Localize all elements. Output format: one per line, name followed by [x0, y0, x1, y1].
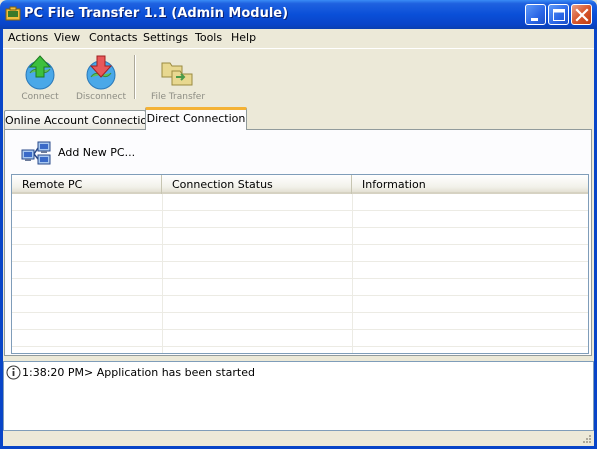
maximize-icon: [553, 9, 565, 21]
file-transfer-button[interactable]: File Transfer: [145, 49, 211, 105]
connect-label: Connect: [21, 92, 59, 102]
column-connection-status[interactable]: Connection Status: [162, 175, 352, 194]
maximize-button[interactable]: [548, 4, 569, 25]
resize-grip-icon[interactable]: [580, 433, 592, 445]
list-row: [12, 279, 588, 296]
list-row: [12, 330, 588, 347]
info-icon: [6, 365, 21, 380]
disconnect-icon: [86, 55, 116, 90]
status-bar: [3, 432, 594, 446]
title-bar[interactable]: PC File Transfer 1.1 (Admin Module): [0, 0, 597, 29]
list-row: [12, 228, 588, 245]
minimize-button[interactable]: [525, 4, 546, 25]
remote-pc-list[interactable]: Remote PC Connection Status Information: [11, 174, 589, 354]
list-row: [12, 211, 588, 228]
window-title: PC File Transfer 1.1 (Admin Module): [24, 6, 289, 21]
close-button[interactable]: [571, 4, 592, 25]
toolbar: Connect Disconnect File Transfer: [3, 48, 594, 106]
file-transfer-label: File Transfer: [150, 92, 206, 102]
grid-line: [352, 194, 353, 353]
list-row: [12, 194, 588, 211]
column-remote-pc[interactable]: Remote PC: [12, 175, 162, 194]
list-row: [12, 296, 588, 313]
tab-online-account-connection[interactable]: Online Account Connection: [4, 110, 154, 130]
connect-button[interactable]: Connect: [11, 49, 69, 105]
disconnect-button[interactable]: Disconnect: [71, 49, 131, 105]
menu-settings[interactable]: Settings: [143, 31, 188, 44]
column-information[interactable]: Information: [352, 175, 588, 194]
toolbar-separator: [134, 55, 136, 99]
grid-line: [162, 194, 163, 353]
list-row: [12, 313, 588, 330]
tab-direct-connection[interactable]: Direct Connection: [145, 107, 247, 130]
list-body[interactable]: [12, 194, 588, 353]
log-panel[interactable]: 1:38:20 PM> Application has been started: [3, 361, 594, 431]
list-row: [12, 245, 588, 262]
menu-help[interactable]: Help: [231, 31, 256, 44]
menu-bar: Actions View Contacts Settings Tools Hel…: [3, 29, 594, 48]
direct-connection-panel: Add New PC... Remote PC Connection Statu…: [4, 129, 592, 356]
connect-icon: [25, 55, 55, 90]
log-entry: 1:38:20 PM> Application has been started: [22, 366, 255, 379]
menu-actions[interactable]: Actions: [8, 31, 48, 44]
minimize-icon: [531, 18, 538, 21]
menu-contacts[interactable]: Contacts: [89, 31, 138, 44]
list-row: [12, 262, 588, 279]
network-computers-icon: [21, 141, 51, 165]
add-new-pc-label: Add New PC...: [58, 146, 136, 159]
app-icon: [5, 6, 21, 21]
menu-view[interactable]: View: [54, 31, 80, 44]
menu-tools[interactable]: Tools: [195, 31, 222, 44]
close-icon: [575, 8, 589, 22]
disconnect-label: Disconnect: [76, 92, 126, 102]
list-header: Remote PC Connection Status Information: [12, 175, 588, 194]
folders-icon: [161, 62, 193, 86]
